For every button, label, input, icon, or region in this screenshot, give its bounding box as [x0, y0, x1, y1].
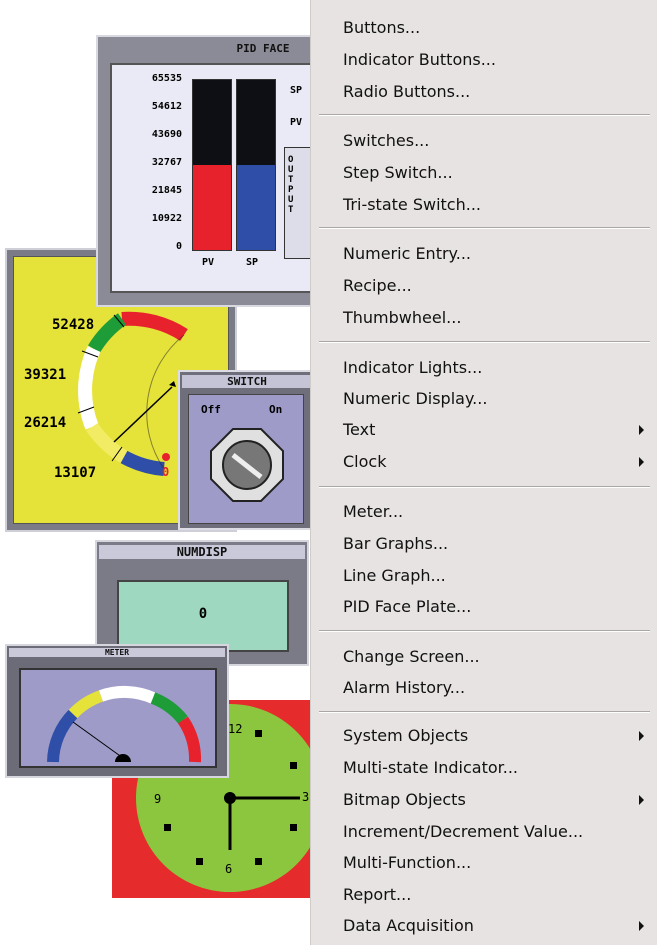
pid-scale-0: 0: [175, 241, 182, 252]
numdisp-screen: 0: [117, 580, 289, 652]
meter-large-label-26214: 26214: [24, 415, 67, 431]
pid-sp-label: SP: [246, 257, 259, 268]
meter-small-face: [19, 668, 217, 768]
clock-label-12: 12: [228, 722, 243, 736]
meter-small-widget: METER: [5, 644, 229, 778]
meter-large-label-39321: 39321: [24, 367, 67, 383]
menu-item-buttons[interactable]: Buttons...: [343, 18, 420, 38]
numdisp-title: NUMDISP: [99, 545, 305, 559]
switch-title: SWITCH: [182, 375, 312, 388]
submenu-arrow-icon: [639, 731, 644, 741]
pid-scale-65535: 65535: [151, 73, 182, 84]
menu-separator: [319, 711, 650, 713]
pid-pv-side-label: PV: [290, 117, 303, 128]
clock-label-3: 3: [302, 790, 310, 804]
menu-item-meter[interactable]: Meter...: [343, 502, 403, 522]
insert-object-menu: Buttons... Indicator Buttons... Radio Bu…: [310, 0, 657, 945]
switch-on-label: On: [269, 403, 283, 416]
switch-off-label: Off: [201, 403, 221, 416]
pid-scale-54612: 54612: [151, 101, 182, 112]
pid-sp-bar: [236, 79, 276, 251]
clock-label-9: 9: [154, 792, 162, 806]
menu-item-bar-graphs[interactable]: Bar Graphs...: [343, 534, 448, 554]
meter-small-title: METER: [9, 648, 225, 657]
meter-large-label-52428: 52428: [52, 317, 95, 333]
menu-item-indicator-buttons[interactable]: Indicator Buttons...: [343, 50, 496, 70]
pid-pv-bar: [192, 79, 232, 251]
menu-separator: [319, 486, 650, 488]
menu-item-thumbwheel[interactable]: Thumbwheel...: [343, 308, 461, 328]
pid-scale-10922: 10922: [151, 213, 182, 224]
pid-sp-fill: [237, 165, 275, 250]
meter-large-label-13107: 13107: [54, 465, 97, 481]
menu-item-data-acquisition[interactable]: Data Acquisition: [343, 916, 474, 936]
menu-item-tri-state-switch[interactable]: Tri-state Switch...: [343, 195, 481, 215]
menu-item-increment-decrement-value[interactable]: Increment/Decrement Value...: [343, 822, 583, 842]
menu-item-step-switch[interactable]: Step Switch...: [343, 163, 453, 183]
menu-item-numeric-display[interactable]: Numeric Display...: [343, 389, 487, 409]
switch-knob[interactable]: [207, 425, 287, 505]
switch-widget: SWITCH Off On: [178, 370, 312, 530]
menu-item-numeric-entry[interactable]: Numeric Entry...: [343, 244, 471, 264]
pid-pv-label: PV: [202, 257, 215, 268]
menu-item-change-screen[interactable]: Change Screen...: [343, 647, 480, 667]
menu-item-pid-face-plate[interactable]: PID Face Plate...: [343, 597, 471, 617]
menu-item-text[interactable]: Text: [343, 420, 375, 440]
pid-output-label: OUTPUT: [288, 155, 294, 215]
pid-faceplate-widget: PID FACE 65535 54612 43690 32767 21845 1…: [96, 35, 325, 307]
menu-item-multi-state-indicator[interactable]: Multi-state Indicator...: [343, 758, 518, 778]
pid-panel: 65535 54612 43690 32767 21845 10922 0 PV…: [110, 63, 325, 293]
switch-panel: Off On: [188, 394, 304, 524]
clock-label-6: 6: [225, 862, 233, 876]
pid-sp-side-label: SP: [290, 85, 303, 96]
menu-item-switches[interactable]: Switches...: [343, 131, 429, 151]
menu-item-clock[interactable]: Clock: [343, 452, 386, 472]
meter-small-gauge: [47, 685, 202, 763]
pid-scale-43690: 43690: [151, 129, 182, 140]
menu-item-indicator-lights[interactable]: Indicator Lights...: [343, 358, 482, 378]
submenu-arrow-icon: [639, 795, 644, 805]
submenu-arrow-icon: [639, 425, 644, 435]
menu-item-report[interactable]: Report...: [343, 885, 411, 905]
pid-pv-fill: [193, 165, 231, 250]
menu-separator: [319, 630, 650, 632]
submenu-arrow-icon: [639, 457, 644, 467]
menu-separator: [319, 341, 650, 343]
submenu-arrow-icon: [639, 921, 644, 931]
menu-separator: [319, 227, 650, 229]
menu-item-alarm-history[interactable]: Alarm History...: [343, 678, 465, 698]
menu-separator: [319, 114, 650, 116]
menu-item-line-graph[interactable]: Line Graph...: [343, 566, 446, 586]
pid-scale-32767: 32767: [151, 157, 182, 168]
menu-item-recipe[interactable]: Recipe...: [343, 276, 412, 296]
pid-title: PID FACE: [236, 42, 290, 55]
meter-large-label-0: 0: [162, 465, 170, 479]
menu-item-system-objects[interactable]: System Objects: [343, 726, 468, 746]
numdisp-value: 0: [198, 606, 208, 622]
pid-scale-21845: 21845: [151, 185, 182, 196]
menu-item-multi-function[interactable]: Multi-Function...: [343, 853, 471, 873]
menu-item-radio-buttons[interactable]: Radio Buttons...: [343, 82, 470, 102]
menu-item-bitmap-objects[interactable]: Bitmap Objects: [343, 790, 466, 810]
